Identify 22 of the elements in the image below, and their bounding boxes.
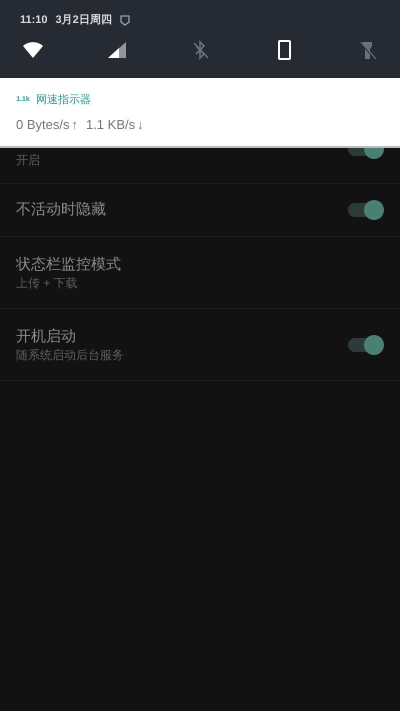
wifi-icon[interactable] xyxy=(22,40,44,60)
app-name: 网速指示器 xyxy=(36,93,91,108)
settings-row[interactable]: 状态栏监控模式 上传 + 下载 xyxy=(0,237,400,309)
setting-title: 开机启动 xyxy=(16,326,77,346)
download-speed: 1.1 KB/s xyxy=(86,116,136,134)
setting-title: 不活动时隐藏 xyxy=(16,200,106,220)
signal-icon[interactable] xyxy=(106,40,128,60)
alarm-icon xyxy=(120,14,130,26)
settings-row[interactable]: 开机启动 随系统启动后台服务 xyxy=(0,309,400,381)
setting-summary: 上传 + 下载 xyxy=(16,274,79,290)
download-arrow: ↓ xyxy=(137,116,144,134)
setting-summary: 随系统启动后台服务 xyxy=(16,346,124,362)
settings-row[interactable]: 不活动时隐藏 xyxy=(0,184,400,237)
settings-row[interactable]: 开启 xyxy=(0,148,400,184)
setting-title: 状态栏监控模式 xyxy=(16,254,121,274)
date-label: 3月2日周四 xyxy=(56,12,112,28)
clock-time: 11:10 xyxy=(20,12,48,28)
toggle-switch[interactable] xyxy=(348,338,382,352)
setting-summary: 开启 xyxy=(16,152,40,168)
upload-speed: 0 Bytes/s xyxy=(16,116,70,134)
toggle-switch[interactable] xyxy=(348,203,382,217)
upload-arrow: ↑ xyxy=(71,116,78,134)
